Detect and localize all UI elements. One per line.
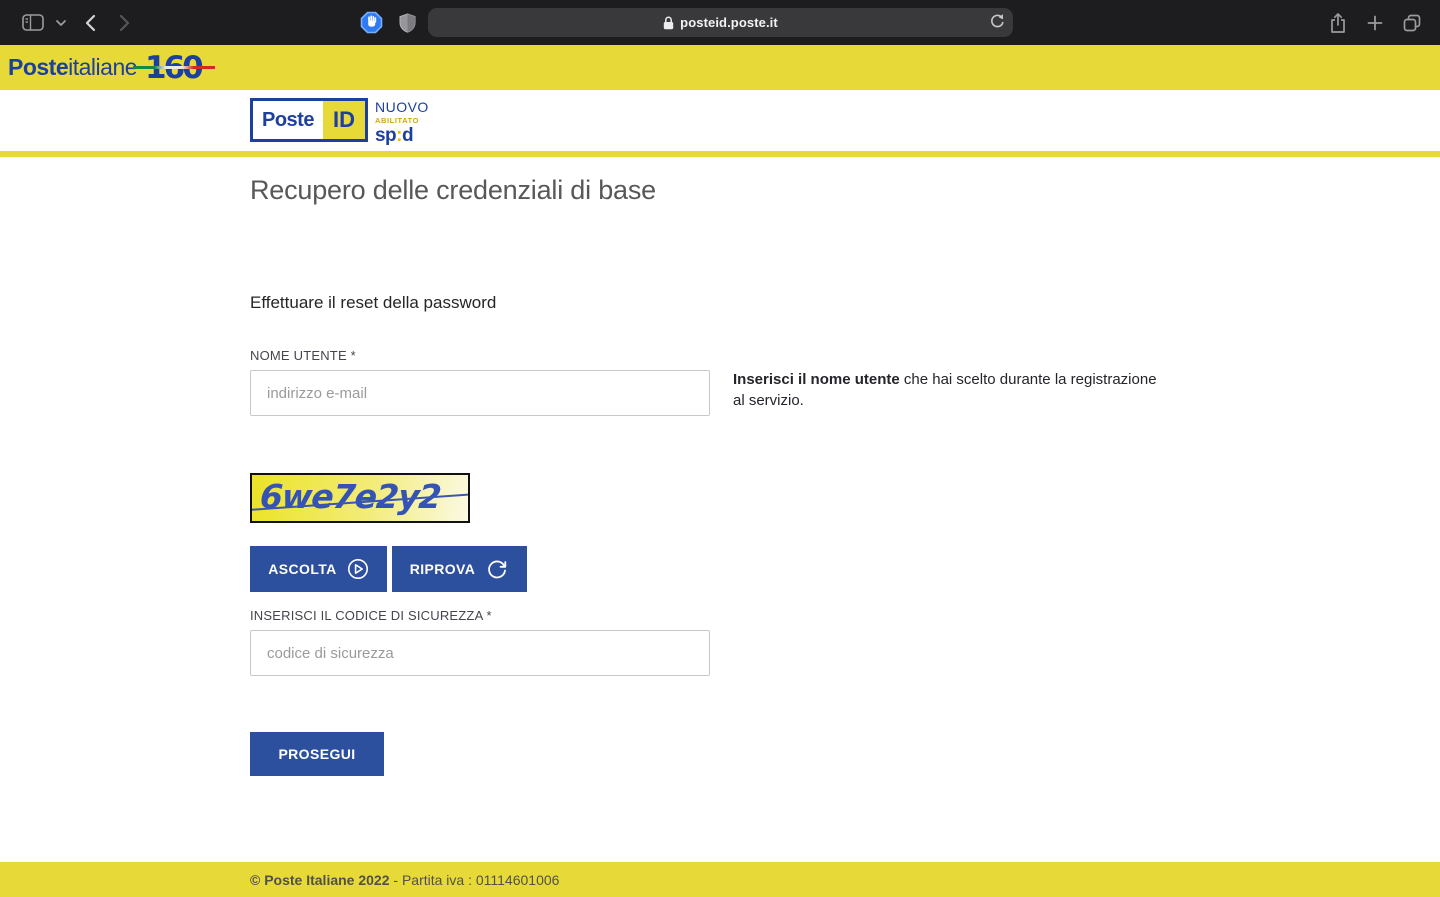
prosegui-button[interactable]: PROSEGUI — [250, 732, 384, 776]
posteitaliane-logo: Posteitaliane 160 — [8, 45, 201, 90]
main-content: Recupero delle credenziali di base Effet… — [0, 157, 1440, 862]
posteid-id-text: ID — [323, 101, 365, 139]
back-button[interactable] — [78, 0, 102, 45]
share-button[interactable] — [1325, 0, 1351, 45]
new-tab-button[interactable] — [1362, 0, 1388, 45]
ascolta-button[interactable]: ASCOLTA — [250, 546, 387, 592]
play-circle-icon — [347, 558, 369, 580]
chevron-down-icon — [55, 19, 67, 27]
padlock-icon — [663, 16, 674, 30]
sidebar-icon — [22, 14, 44, 31]
plus-icon — [1367, 15, 1383, 31]
tab-overview-icon — [1402, 13, 1422, 33]
sidebar-chevron-button[interactable] — [52, 0, 70, 45]
share-icon — [1329, 12, 1347, 34]
security-code-input[interactable] — [250, 630, 710, 676]
shield-icon — [399, 13, 416, 33]
posteid-spid-logo: Poste ID NUOVO ABILITATO sp:d — [250, 98, 429, 145]
url-text: posteid.poste.it — [680, 15, 778, 30]
brand-header: Posteitaliane 160 — [0, 45, 1440, 90]
username-label: NOME UTENTE * — [250, 348, 356, 363]
tab-overview-button[interactable] — [1398, 0, 1426, 45]
brand-poste-text: Poste — [8, 54, 68, 81]
posteid-box: Poste ID — [250, 98, 368, 142]
security-code-label: INSERISCI IL CODICE DI SICUREZZA * — [250, 608, 492, 623]
browser-toolbar: posteid.poste.it — [0, 0, 1440, 45]
forward-arrow-icon — [119, 14, 131, 32]
privacy-extension-button[interactable] — [395, 0, 419, 45]
reload-button[interactable] — [989, 12, 1005, 35]
captcha-image: 6we7e2y2 — [250, 473, 470, 523]
tricolor-line — [133, 66, 215, 69]
forward-button[interactable] — [113, 0, 137, 45]
brand-italiane-text: italiane — [68, 54, 137, 81]
posteid-logo-strip: Poste ID NUOVO ABILITATO sp:d — [0, 90, 1440, 151]
username-input[interactable] — [250, 370, 710, 416]
content-blocker-extension-button[interactable] — [358, 0, 384, 45]
riprova-button[interactable]: RIPROVA — [392, 546, 527, 592]
spid-badge: NUOVO ABILITATO sp:d — [375, 98, 429, 145]
spid-abilitato-text: ABILITATO — [375, 117, 429, 125]
refresh-icon — [485, 557, 509, 581]
anniversary-160-logo: 160 — [145, 50, 201, 86]
username-help-text: Inserisci il nome utente che hai scelto … — [733, 369, 1163, 412]
back-arrow-icon — [84, 14, 96, 32]
page-footer: © Poste Italiane 2022 - Partita iva : 01… — [0, 862, 1440, 897]
posteid-poste-text: Poste — [253, 101, 323, 139]
page-title: Recupero delle credenziali di base — [250, 175, 656, 206]
spid-nuovo-text: NUOVO — [375, 100, 429, 114]
sidebar-toggle-button[interactable] — [20, 0, 46, 45]
hand-blocker-icon — [359, 10, 384, 35]
address-bar[interactable]: posteid.poste.it — [428, 8, 1013, 37]
reload-icon — [989, 12, 1005, 30]
spid-wordmark: sp:d — [375, 126, 429, 145]
section-title: Effettuare il reset della password — [250, 293, 496, 313]
footer-text: © Poste Italiane 2022 - Partita iva : 01… — [250, 872, 559, 888]
